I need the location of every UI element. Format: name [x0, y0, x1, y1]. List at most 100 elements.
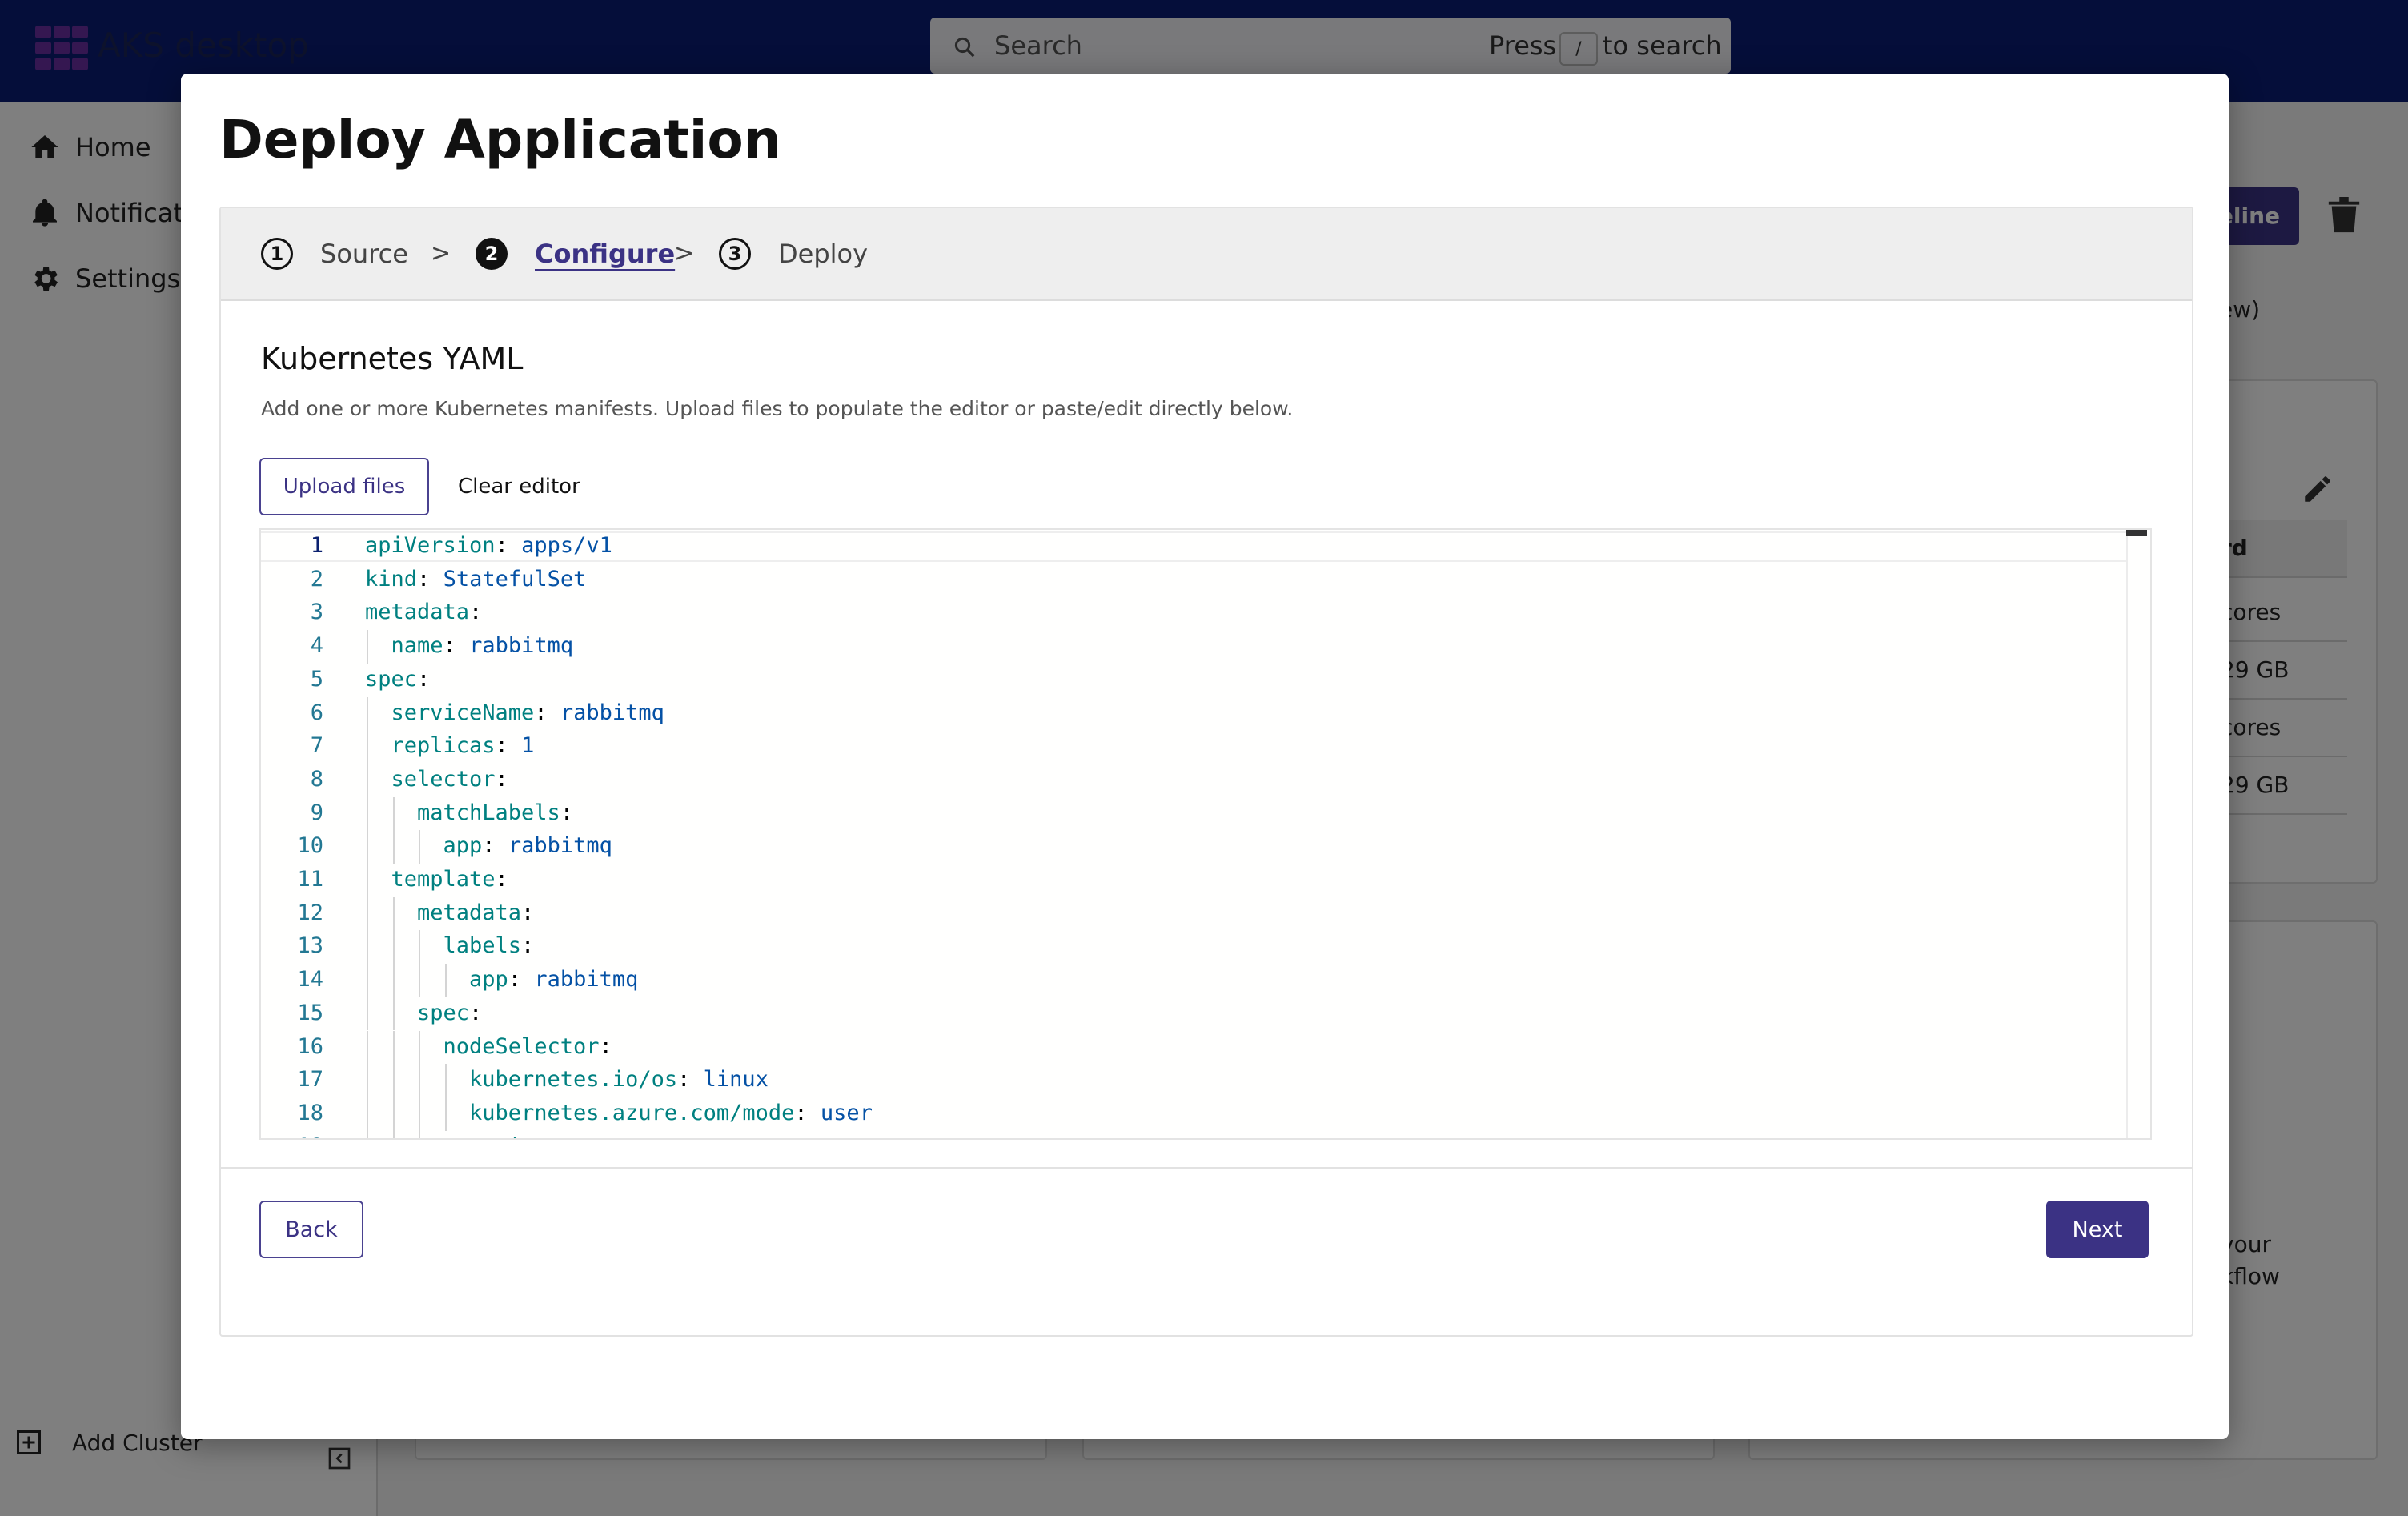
yaml-key: nodeSelector: [443, 1033, 600, 1059]
editor-line[interactable]: 2 kind: StatefulSet: [261, 563, 2126, 596]
indent-guide: [367, 730, 368, 764]
indent-guide: [392, 1030, 395, 1065]
line-number: 11: [297, 867, 323, 892]
line-number: 13: [297, 933, 323, 959]
indent-guide: [367, 796, 368, 831]
yaml-value: rabbitmq: [469, 633, 574, 659]
indent-guide: [367, 864, 368, 897]
editor-line[interactable]: 14 app: rabbitmq: [261, 964, 2126, 997]
next-button[interactable]: Next: [2046, 1201, 2149, 1258]
step-deploy[interactable]: 3 Deploy: [719, 208, 868, 299]
indent-guide: [367, 1064, 368, 1097]
code-text: template:: [391, 867, 508, 892]
yaml-value: rabbitmq: [534, 967, 639, 993]
line-number: 3: [310, 600, 323, 625]
editor-scrollbar[interactable]: [2126, 530, 2150, 1138]
code-text: selector:: [391, 766, 508, 792]
step-configure[interactable]: 2 Configure: [476, 208, 675, 299]
editor-line[interactable]: 13 labels:: [261, 930, 2126, 965]
upload-files-button[interactable]: Upload files: [259, 458, 429, 515]
line-number: 19: [261, 1131, 323, 1138]
editor-line[interactable]: 12 metadata:: [261, 896, 2126, 931]
editor-line[interactable]: 4 name: rabbitmq: [261, 630, 2126, 664]
step-number-icon: 1: [261, 238, 293, 270]
yaml-key: name: [391, 633, 443, 659]
code-text: kind: StatefulSet: [365, 566, 587, 592]
editor-line[interactable]: 19 containers:: [261, 1130, 2126, 1138]
yaml-key: matchLabels: [417, 800, 560, 825]
editor-line[interactable]: 1 apiVersion: apps/v1: [261, 530, 2126, 562]
editor-line[interactable]: 18 kubernetes.azure.com/mode: user: [261, 1097, 2126, 1131]
code-text: apiVersion: apps/v1: [365, 533, 612, 558]
editor-line[interactable]: 5 spec:: [261, 664, 2126, 696]
line-number: 2: [310, 566, 323, 592]
indent-guide: [367, 696, 368, 731]
editor-scrollbar-thumb[interactable]: [2126, 530, 2147, 536]
indent-guide: [419, 964, 420, 997]
back-button[interactable]: Back: [259, 1201, 363, 1258]
yaml-key: selector: [391, 766, 496, 792]
dialog-title: Deploy Application: [219, 109, 781, 170]
editor-line[interactable]: 15 spec:: [261, 997, 2126, 1031]
editor-line[interactable]: 16 nodeSelector:: [261, 1030, 2126, 1065]
step-label: Configure: [535, 239, 676, 269]
indent-guide: [392, 997, 395, 1031]
line-number: 1: [310, 533, 323, 558]
editor-line[interactable]: 6 serviceName: rabbitmq: [261, 696, 2126, 731]
yaml-value: user: [820, 1100, 873, 1125]
indent-guide: [419, 1097, 420, 1131]
yaml-key: kind: [365, 566, 418, 592]
indent-guide: [392, 930, 395, 965]
yaml-key: spec: [365, 666, 418, 692]
step-number-icon: 2: [476, 238, 508, 270]
line-number: 16: [297, 1033, 323, 1059]
indent-guide: [444, 1097, 447, 1131]
yaml-value: linux: [703, 1067, 769, 1093]
yaml-key: containers: [443, 1134, 574, 1138]
yaml-value: apps/v1: [521, 533, 612, 558]
wizard-stepper: 1 Source > 2 Configure > 3 Deploy: [221, 208, 2192, 301]
yaml-editor[interactable]: 1 apiVersion: apps/v1 2 kind: StatefulSet 3 m…: [259, 528, 2152, 1140]
code-text: labels:: [443, 933, 535, 959]
code-text: serviceName: rabbitmq: [391, 700, 664, 725]
yaml-value: rabbitmq: [508, 833, 612, 859]
editor-line[interactable]: 7 replicas: 1: [261, 730, 2126, 764]
indent-guide: [419, 1030, 420, 1065]
yaml-key: template: [391, 867, 496, 892]
code-text: app: rabbitmq: [443, 833, 612, 859]
line-number: 5: [310, 666, 323, 692]
code-text: spec:: [365, 666, 431, 692]
editor-line[interactable]: 17 kubernetes.io/os: linux: [261, 1064, 2126, 1097]
indent-guide: [367, 1130, 368, 1138]
indent-guide: [392, 1097, 395, 1131]
step-source[interactable]: 1 Source: [261, 208, 408, 299]
step-separator: >: [674, 239, 695, 267]
step-number-icon: 3: [719, 238, 751, 270]
section-description: Add one or more Kubernetes manifests. Up…: [261, 397, 1294, 420]
indent-guide: [367, 830, 368, 864]
step-label: Deploy: [778, 239, 869, 269]
line-number: 7: [310, 733, 323, 759]
deploy-application-dialog: Deploy Application 1 Source > 2 Configur…: [181, 74, 2229, 1439]
indent-guide: [392, 830, 395, 864]
editor-line[interactable]: 10 app: rabbitmq: [261, 830, 2126, 864]
indent-guide: [419, 830, 420, 864]
editor-line[interactable]: 8 selector:: [261, 763, 2126, 797]
line-number: 14: [297, 967, 323, 993]
indent-guide: [367, 1030, 368, 1065]
indent-guide: [367, 930, 368, 965]
editor-line[interactable]: 11 template:: [261, 864, 2126, 897]
line-number: 15: [297, 1000, 323, 1025]
editor-line[interactable]: 9 matchLabels:: [261, 796, 2126, 831]
indent-guide: [392, 796, 395, 831]
code-text: kubernetes.io/os: linux: [469, 1067, 769, 1093]
line-number: 9: [310, 800, 323, 825]
wizard-panel: 1 Source > 2 Configure > 3 Deploy Kubern…: [219, 207, 2193, 1337]
line-number: 17: [297, 1067, 323, 1093]
editor-line[interactable]: 3 metadata:: [261, 596, 2126, 628]
clear-editor-button[interactable]: Clear editor: [453, 458, 585, 515]
code-text: replicas: 1: [391, 733, 535, 759]
code-text: name: rabbitmq: [391, 633, 574, 659]
indent-guide: [367, 1097, 368, 1131]
line-number: 10: [297, 833, 323, 859]
